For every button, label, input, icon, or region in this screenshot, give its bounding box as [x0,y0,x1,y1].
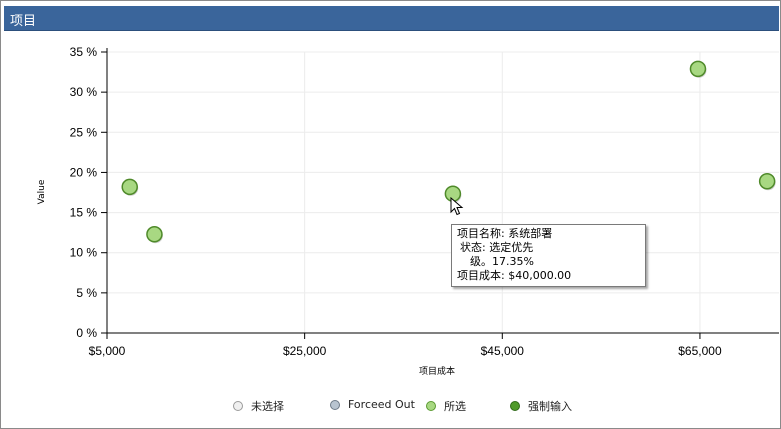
legend-item-forced-in[interactable]: 强制输入 [510,398,572,414]
y-tick-label: 30 % [70,85,98,99]
scatter-chart: 0 % 5 % 10 % 15 % 20 % 25 % 30 % 35 % $5,000 $25,… [37,45,779,377]
tooltip-status-value: 级。17.35% [470,255,534,268]
chart-legend: 未选择 Forceed Out 所选 强制输入 [0,398,781,416]
legend-label: 强制输入 [528,400,572,413]
tooltip-status: 状态: 选定优先 [460,241,534,254]
data-point [121,178,138,196]
data-point [758,173,776,190]
legend-marker-selected [426,401,436,411]
y-tick-label: 0 % [76,326,97,340]
legend-label: 所选 [444,400,466,413]
point-tooltip: 项目名称: 系统部署 状态: 选定优先 级。17.35% 项目成本: $40,0… [451,224,646,287]
legend-label: Forceed Out [348,398,415,411]
tooltip-project-name: 项目名称: 系统部署 [457,227,553,240]
data-point [146,225,163,243]
legend-item-forced-out[interactable]: Forceed Out [330,398,415,411]
legend-marker-unselected [233,401,243,411]
legend-item-unselected[interactable]: 未选择 [233,398,284,414]
y-tick-label: 25 % [70,125,98,139]
legend-marker-forced-in [510,401,520,411]
data-point [689,60,707,78]
y-tick-label: 15 % [70,206,98,220]
legend-item-selected[interactable]: 所选 [426,398,466,414]
x-tick-label: $65,000 [678,344,722,358]
x-tick-label: $25,000 [283,344,327,358]
mouse-pointer-icon [450,197,464,216]
legend-marker-forced-out [330,399,340,410]
x-axis-label: 项目成本 [419,365,455,377]
legend-label: 未选择 [251,400,284,413]
tooltip-project-cost: 项目成本: $40,000.00 [457,269,572,282]
y-axis-label: Value [37,179,47,204]
x-tick-label: $45,000 [481,344,525,358]
y-tick-label: 20 % [70,165,98,179]
y-tick-label: 5 % [76,286,97,300]
y-tick-label: 10 % [70,246,98,260]
y-tick-label: 35 % [70,45,98,59]
x-tick-label: $5,000 [89,344,126,358]
